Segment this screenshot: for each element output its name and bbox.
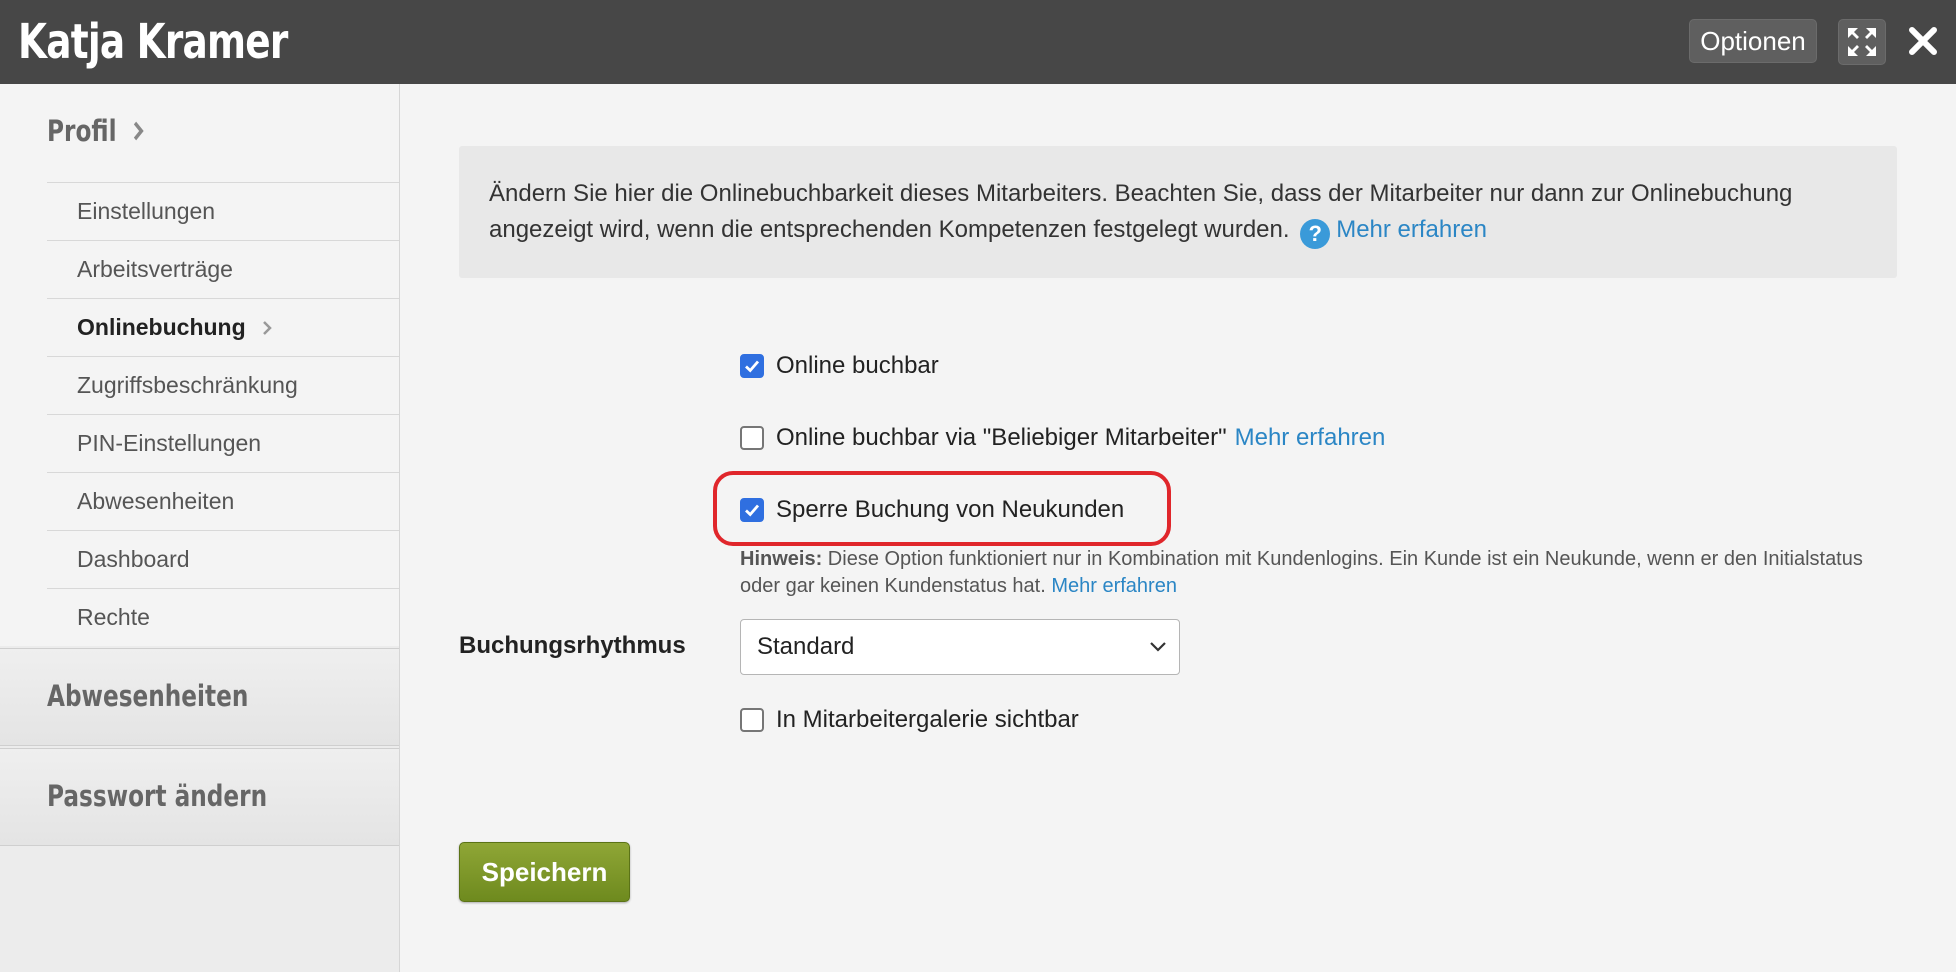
sidebar-item-label: Rechte [77,604,150,630]
info-more-link[interactable]: Mehr erfahren [1336,216,1487,243]
sidebar-item-label: Dashboard [77,546,190,572]
sidebar-item-dashboard[interactable]: Dashboard [47,530,399,588]
info-box: Ändern Sie hier die Onlinebuchbarkeit di… [459,146,1897,278]
option-online-buchbar: Online buchbar [740,352,939,380]
mitarbeitergalerie-checkbox[interactable] [740,708,764,732]
window-title: Katja Kramer [18,14,288,70]
sidebar-item-arbeitsvertraege[interactable]: Arbeitsverträge [47,240,399,298]
chevron-right-icon [133,121,144,141]
online-buchbar-checkbox[interactable] [740,354,764,378]
sperre-neukunden-label: Sperre Buchung von Neukunden [776,496,1125,523]
profile-section: Profil Einstellungen Arbeitsverträge Onl… [0,84,399,646]
sperre-neukunden-checkbox[interactable] [740,498,764,522]
sidebar-item-label: Einstellungen [77,198,216,224]
sidebar-item-label: Zugriffsbeschränkung [77,372,298,398]
help-icon[interactable]: ? [1300,219,1331,249]
beliebiger-mitarbeiter-checkbox[interactable] [740,426,764,450]
option-mitarbeitergalerie: In Mitarbeitergalerie sichtbar [740,706,1079,734]
sidebar-section-abwesenheiten[interactable]: Abwesenheiten [0,648,399,746]
hint-more-link[interactable]: Mehr erfahren [1051,575,1177,597]
chevron-right-icon [262,320,272,335]
profile-subnav: Einstellungen Arbeitsverträge Onlinebuch… [47,182,399,646]
window-titlebar: Katja Kramer Optionen [0,0,1956,84]
sidebar-item-label: Abwesenheiten [77,488,235,514]
sidebar-item-abwesenheiten[interactable]: Abwesenheiten [47,472,399,530]
expand-button[interactable] [1838,19,1886,65]
chevron-down-icon [1150,642,1166,652]
sidebar-section-label: Abwesenheiten [47,679,249,713]
close-icon [1909,27,1937,55]
checkmark-icon [745,504,760,517]
online-buchbar-label: Online buchbar [776,352,939,379]
buchungsrhythmus-label: Buchungsrhythmus [459,632,686,659]
sidebar-item-einstellungen[interactable]: Einstellungen [47,182,399,240]
option-beliebiger-mitarbeiter: Online buchbar via "Beliebiger Mitarbeit… [740,424,1385,452]
info-text: Ändern Sie hier die Onlinebuchbarkeit di… [489,180,1793,243]
sidebar-item-label: Arbeitsverträge [77,256,233,282]
checkmark-icon [745,360,760,373]
profile-heading-label: Profil [47,114,117,148]
sidebar-item-label: Onlinebuchung [77,314,246,340]
sidebar-item-pin-einstellungen[interactable]: PIN-Einstellungen [47,414,399,472]
sidebar-profile-heading[interactable]: Profil [47,114,149,148]
sidebar-item-onlinebuchung[interactable]: Onlinebuchung [47,298,399,356]
hint-label: Hinweis: [740,548,823,570]
sidebar-section-label: Passwort ändern [47,779,268,813]
close-button[interactable] [1904,18,1942,64]
mitarbeitergalerie-label: In Mitarbeitergalerie sichtbar [776,706,1079,733]
hint-text: Hinweis: Diese Option funktioniert nur i… [740,546,1890,600]
buchungsrhythmus-select[interactable]: Standard [740,619,1180,675]
sidebar: Profil Einstellungen Arbeitsverträge Onl… [0,84,400,972]
save-button[interactable]: Speichern [459,842,630,902]
sidebar-item-zugriffsbeschraenkung[interactable]: Zugriffsbeschränkung [47,356,399,414]
option-sperre-neukunden: Sperre Buchung von Neukunden [740,496,1124,524]
buchungsrhythmus-value: Standard [757,633,855,660]
sidebar-item-rechte[interactable]: Rechte [47,588,399,646]
options-button[interactable]: Optionen [1689,19,1817,63]
beliebiger-mitarbeiter-more-link[interactable]: Mehr erfahren [1235,424,1386,452]
sidebar-item-label: PIN-Einstellungen [77,430,262,456]
beliebiger-mitarbeiter-label: Online buchbar via "Beliebiger Mitarbeit… [776,424,1227,451]
expand-icon [1848,28,1876,56]
sidebar-section-passwort[interactable]: Passwort ändern [0,748,399,846]
hint-body: Diese Option funktioniert nur in Kombina… [740,548,1863,597]
